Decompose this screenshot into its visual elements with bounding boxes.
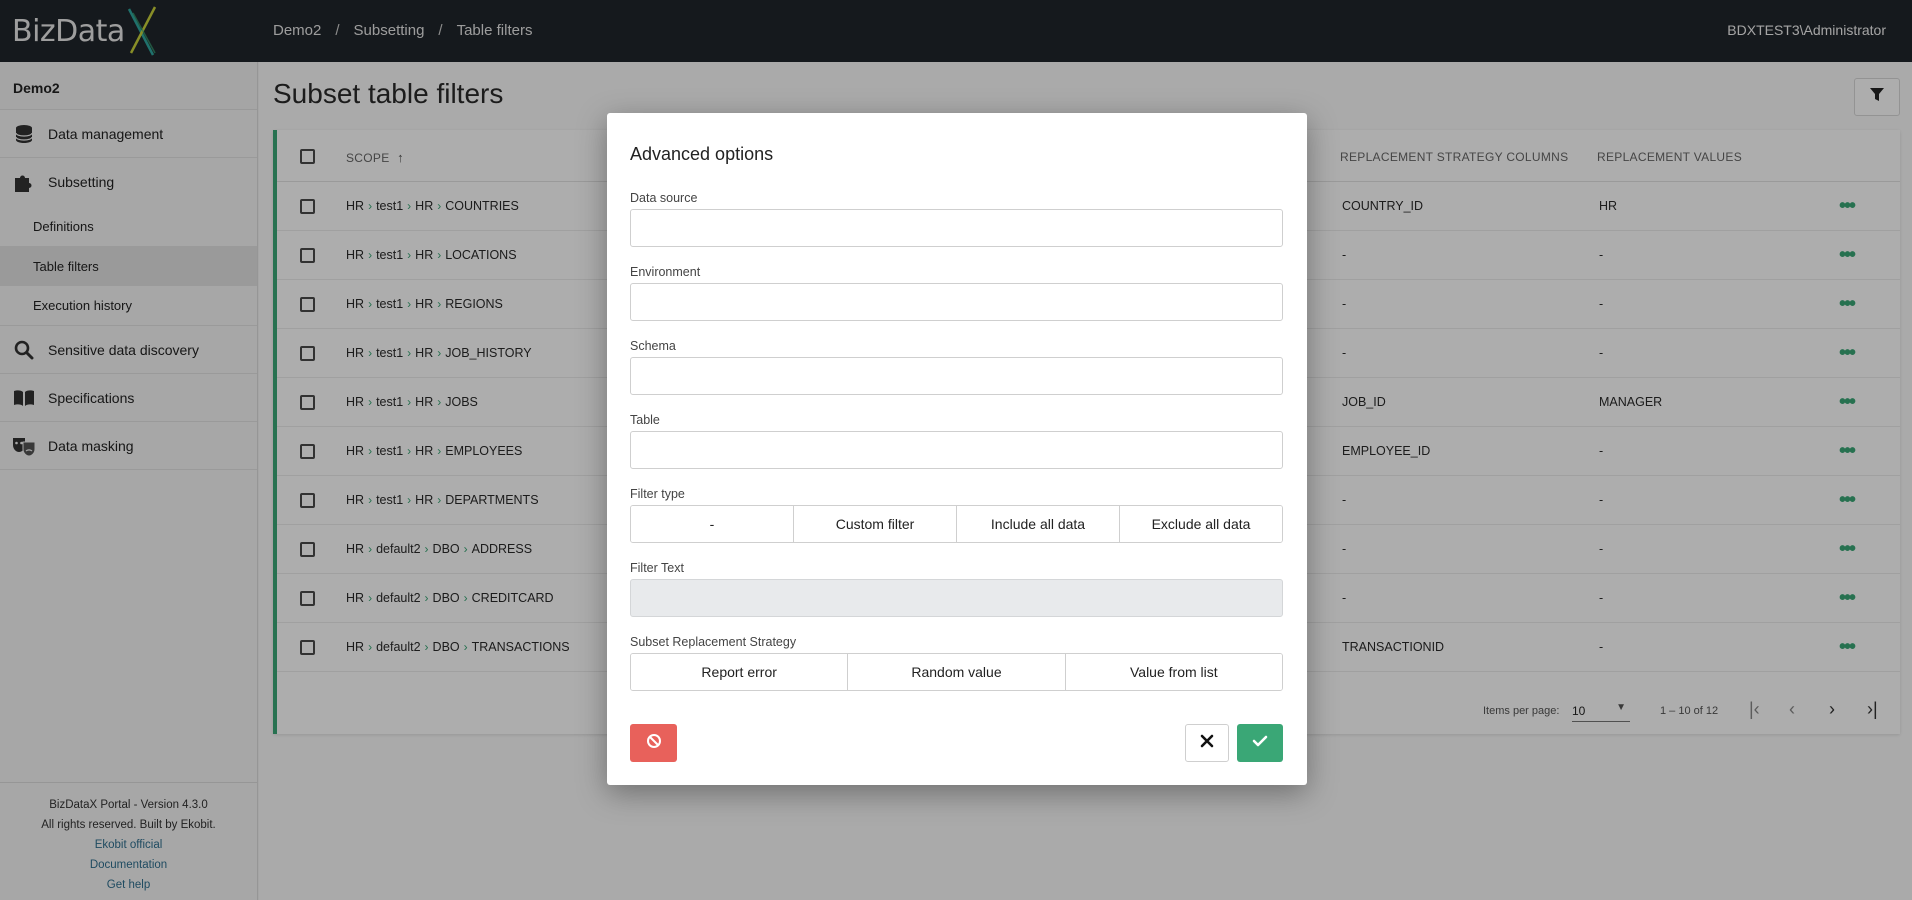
environment-field[interactable] — [630, 283, 1283, 321]
filter-type-label: Filter type — [630, 487, 685, 501]
filter-text-label: Filter Text — [630, 561, 684, 575]
data-source-field[interactable] — [630, 209, 1283, 247]
confirm-button[interactable] — [1237, 724, 1283, 762]
value-from-list-option[interactable]: Value from list — [1065, 654, 1282, 690]
filter-type-exclude-all-option[interactable]: Exclude all data — [1120, 506, 1282, 542]
filter-type-custom-option[interactable]: Custom filter — [794, 506, 957, 542]
environment-label: Environment — [630, 265, 701, 279]
schema-field[interactable] — [630, 357, 1283, 395]
filter-type-include-all-option[interactable]: Include all data — [957, 506, 1120, 542]
report-error-option[interactable]: Report error — [631, 654, 849, 690]
cancel-button[interactable] — [1185, 724, 1229, 762]
ban-icon — [646, 733, 662, 754]
close-icon — [1200, 734, 1214, 753]
checkmark-icon — [1252, 734, 1268, 753]
schema-label: Schema — [630, 339, 676, 353]
advanced-options-dialog: Advanced options Data source Environment… — [607, 113, 1307, 785]
replacement-strategy-toggle: Report error Random value Value from lis… — [630, 653, 1283, 691]
table-label: Table — [630, 413, 660, 427]
filter-type-toggle: - Custom filter Include all data Exclude… — [630, 505, 1283, 543]
filter-text-field — [630, 579, 1283, 617]
replacement-strategy-label: Subset Replacement Strategy — [630, 635, 797, 649]
filter-type-none-option[interactable]: - — [631, 506, 794, 542]
data-source-label: Data source — [630, 191, 698, 205]
clear-button[interactable] — [630, 724, 677, 762]
dialog-title: Advanced options — [630, 144, 774, 164]
table-field[interactable] — [630, 431, 1283, 469]
random-value-option[interactable]: Random value — [848, 654, 1066, 690]
